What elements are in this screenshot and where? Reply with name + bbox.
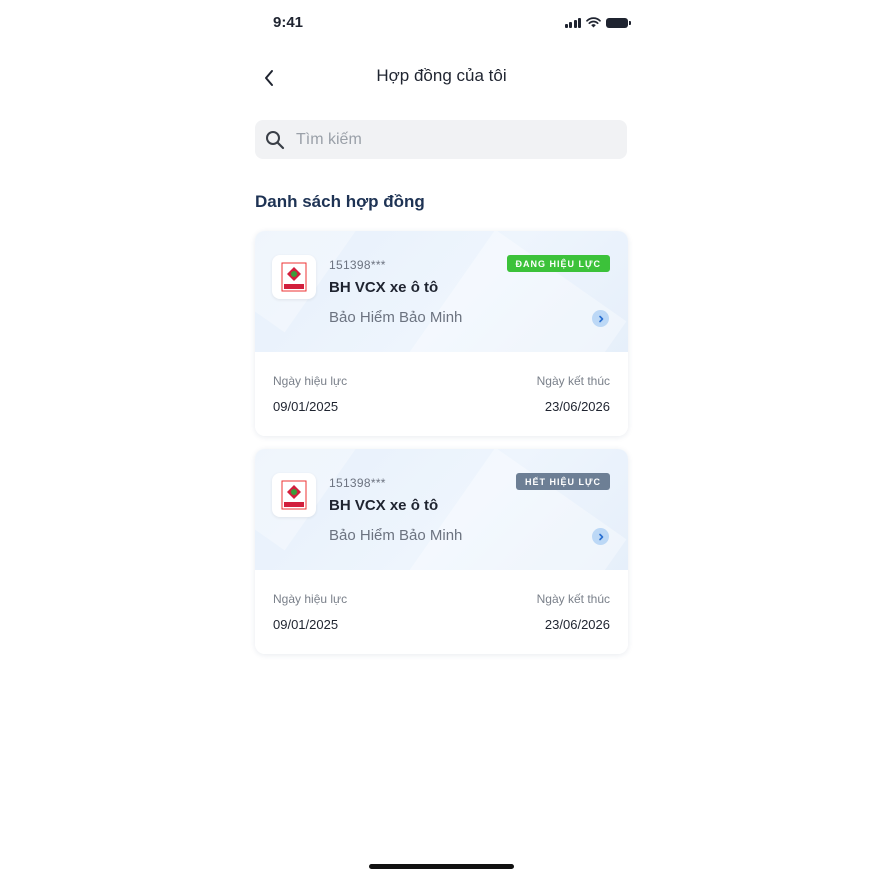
start-date-label: Ngày hiệu lực xyxy=(273,592,348,606)
page-title: Hợp đồng của tôi xyxy=(376,66,507,85)
home-indicator[interactable] xyxy=(369,864,514,869)
phone-screen: 9:41 Hợp đồng của tôi Tìm kiếm Danh sách… xyxy=(255,0,631,894)
signal-icon xyxy=(564,17,581,28)
contract-number: 151398*** xyxy=(329,258,386,272)
wifi-icon xyxy=(586,17,601,28)
card-header: 151398*** BH VCX xe ô tô Bảo Hiểm Bảo Mi… xyxy=(255,231,628,352)
details-button[interactable] xyxy=(592,310,609,327)
contract-card[interactable]: 151398*** BH VCX xe ô tô Bảo Hiểm Bảo Mi… xyxy=(255,449,628,654)
insurer-logo xyxy=(272,255,316,299)
header: Hợp đồng của tôi xyxy=(255,60,628,94)
status-badge: ĐANG HIỆU LỰC xyxy=(506,255,610,272)
card-header: 151398*** BH VCX xe ô tô Bảo Hiểm Bảo Mi… xyxy=(255,449,628,570)
status-bar: 9:41 xyxy=(255,12,631,34)
card-dates: Ngày hiệu lực 09/01/2025 Ngày kết thúc 2… xyxy=(255,570,628,654)
status-time: 9:41 xyxy=(273,14,304,31)
search-icon xyxy=(264,129,286,151)
status-icons xyxy=(564,17,631,28)
details-button[interactable] xyxy=(592,528,609,545)
search-bar[interactable] xyxy=(255,120,627,159)
section-title: Danh sách hợp đồng xyxy=(255,192,425,211)
insurer-name: Bảo Hiểm Bảo Minh xyxy=(329,527,463,544)
chevron-right-icon xyxy=(598,315,603,322)
product-name: BH VCX xe ô tô xyxy=(329,497,439,514)
end-date-label: Ngày kết thúc xyxy=(536,374,610,388)
end-date: 23/06/2026 xyxy=(544,399,610,414)
contract-number: 151398*** xyxy=(329,476,386,490)
search-input[interactable] xyxy=(294,129,598,150)
end-date-label: Ngày kết thúc xyxy=(536,592,610,606)
card-dates: Ngày hiệu lực 09/01/2025 Ngày kết thúc 2… xyxy=(255,352,628,436)
product-name: BH VCX xe ô tô xyxy=(329,279,439,296)
start-date-label: Ngày hiệu lực xyxy=(273,374,348,388)
end-date: 23/06/2026 xyxy=(544,617,610,632)
chevron-right-icon xyxy=(598,533,603,540)
insurer-logo xyxy=(272,473,316,517)
status-badge: HẾT HIỆU LỰC xyxy=(516,473,610,490)
battery-icon xyxy=(606,17,631,28)
insurer-name: Bảo Hiểm Bảo Minh xyxy=(329,309,463,326)
start-date: 09/01/2025 xyxy=(273,617,339,632)
contract-card[interactable]: 151398*** BH VCX xe ô tô Bảo Hiểm Bảo Mi… xyxy=(255,231,628,436)
start-date: 09/01/2025 xyxy=(273,399,339,414)
